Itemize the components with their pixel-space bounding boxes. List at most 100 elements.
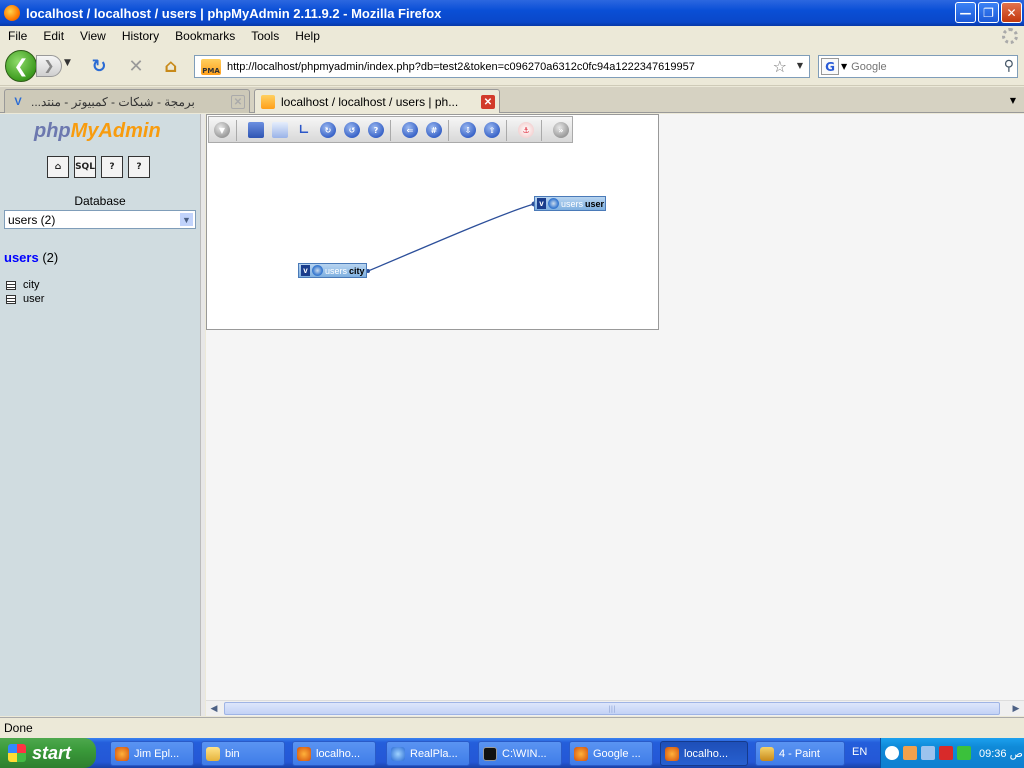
bookmark-star-icon[interactable]: ☆ [773,57,787,76]
chevron-down-icon[interactable]: ▼ [179,212,194,227]
throbber-icon [1002,28,1018,44]
system-tray: 09:36 ص [880,738,1024,768]
table-icon[interactable] [6,294,16,304]
home-icon[interactable]: ⌂ [47,156,69,178]
menu-help[interactable]: Help [287,29,328,43]
maximize-button[interactable]: ❐ [978,2,999,23]
taskbar-button-bin[interactable]: bin [201,741,285,766]
pma-favicon-icon [261,94,275,109]
windows-taskbar: start Jim Epl... bin localho... RealPla.… [0,738,1024,768]
tab-bar: V برمجة - شبكات - كمبيوتر - منتد... ✕ lo… [0,87,1024,113]
search-bar[interactable]: G ▼ ⚲ [818,55,1018,78]
scrollbar-thumb[interactable]: ||| [224,702,1000,715]
tab-close-icon[interactable]: ✕ [481,95,495,109]
table-icon[interactable] [6,280,16,290]
language-indicator[interactable]: EN [852,746,867,758]
table-options-icon[interactable] [548,198,559,209]
phpmyadmin-logo[interactable]: phpMyAdmin [34,120,161,143]
url-bar[interactable]: PMA http://localhost/phpmyadmin/index.ph… [194,55,810,78]
relation-line [366,201,537,273]
media-icon[interactable] [957,746,971,760]
tab-forum[interactable]: V برمجة - شبكات - كمبيوتر - منتد... ✕ [4,89,250,113]
menu-edit[interactable]: Edit [35,29,72,43]
taskbar-button-google[interactable]: Google ... [569,741,653,766]
menu-bookmarks[interactable]: Bookmarks [167,29,243,43]
folder-icon [206,746,220,761]
clock[interactable]: 09:36 ص [979,747,1023,760]
start-button[interactable]: start [0,738,96,768]
back-button[interactable]: ❮ [5,50,37,82]
menu-view[interactable]: View [72,29,114,43]
navigation-toolbar: ❮ ❯ ▼ ↻ ✕ ⌂ PMA http://localhost/phpmyad… [0,46,1024,86]
status-bar: Done [0,717,1024,738]
url-text[interactable]: http://localhost/phpmyadmin/index.php?db… [227,61,695,73]
table-list: city user [6,278,44,306]
main-content-frame: ▼ ∟ ↻ ↺ ? ⇐ # ⇩ ⇧ ⚓ » v users city v use… [206,114,1024,700]
designer-table-city[interactable]: v users city [298,263,367,278]
firefox-icon [4,5,20,21]
realplayer-icon [391,746,405,761]
toggle-columns-icon[interactable]: v [301,265,310,276]
pma-navigation-frame: phpMyAdmin ⌂ SQL ? ? Database users (2) … [0,114,200,716]
table-item-city[interactable]: city [6,278,44,292]
firefox-icon [574,746,588,761]
window-title: localhost / localhost / users | phpMyAdm… [26,5,442,21]
status-text: Done [4,721,33,735]
designer-canvas[interactable]: ▼ ∟ ↻ ↺ ? ⇐ # ⇩ ⇧ ⚓ » v users city v use… [206,114,659,330]
windows-logo-icon [8,744,26,762]
console-icon [483,746,497,761]
taskbar-button-firefox-jim[interactable]: Jim Epl... [110,741,194,766]
scroll-right-icon[interactable]: ▶ [1009,702,1023,716]
close-button[interactable]: ✕ [1001,2,1022,23]
google-engine-icon[interactable]: G [821,58,839,75]
documentation-icon[interactable]: ? [101,156,123,178]
window-controls: — ❐ ✕ [955,2,1022,23]
firefox-icon [665,746,679,761]
url-dropdown-icon[interactable]: ▼ [797,61,803,70]
paint-icon [760,746,774,761]
sql-query-icon[interactable]: SQL [74,156,96,178]
forward-button[interactable]: ❯ [36,55,62,77]
taskbar-button-cmd[interactable]: C:\WIN... [478,741,562,766]
home-button[interactable]: ⌂ [160,55,182,77]
tab-list-dropdown-icon[interactable]: ▼ [1005,91,1021,109]
database-heading[interactable]: users (2) [4,250,58,265]
help-icon[interactable]: ? [128,156,150,178]
tab-close-icon[interactable]: ✕ [231,95,245,109]
database-label: Database [74,194,126,208]
stop-button[interactable]: ✕ [125,55,147,77]
minimize-button[interactable]: — [955,2,976,23]
tab-label: برمجة - شبكات - كمبيوتر - منتد... [31,94,195,109]
table-item-user[interactable]: user [6,292,44,306]
toggle-columns-icon[interactable]: v [537,198,546,209]
firefox-icon [115,746,129,761]
taskbar-button-localhost-1[interactable]: localho... [292,741,376,766]
database-select-value: users (2) [8,212,56,227]
database-select[interactable]: users (2) ▼ [4,210,196,229]
menu-tools[interactable]: Tools [243,29,287,43]
tray-expand-icon[interactable] [885,746,899,760]
horizontal-scrollbar[interactable]: ◀ ||| ▶ [206,700,1024,716]
reload-button[interactable]: ↻ [88,55,110,77]
search-input[interactable] [851,60,992,73]
taskbar-button-paint[interactable]: 4 - Paint [755,741,845,766]
scroll-left-icon[interactable]: ◀ [207,702,221,716]
window-titlebar[interactable]: localhost / localhost / users | phpMyAdm… [0,0,1024,26]
menu-history[interactable]: History [114,29,167,43]
designer-table-user[interactable]: v users user [534,196,606,211]
taskbar-button-localhost-2[interactable]: localho... [660,741,748,766]
menu-file[interactable]: File [0,29,35,43]
site-favicon-icon: PMA [201,58,221,75]
xampp-icon[interactable] [903,746,917,760]
frame-divider[interactable] [200,114,205,716]
taskbar-button-realplayer[interactable]: RealPla... [386,741,470,766]
antivirus-icon[interactable] [939,746,953,760]
menu-bar: File Edit View History Bookmarks Tools H… [0,26,1024,46]
search-icon[interactable]: ⚲ [1004,58,1014,74]
tab-label: localhost / localhost / users | ph... [281,94,459,109]
table-options-icon[interactable] [312,265,323,276]
engine-dropdown-icon[interactable]: ▼ [841,62,847,71]
network-icon[interactable] [921,746,935,760]
tab-phpmyadmin[interactable]: localhost / localhost / users | ph... ✕ [254,89,500,113]
history-dropdown-icon[interactable]: ▼ [64,58,71,68]
